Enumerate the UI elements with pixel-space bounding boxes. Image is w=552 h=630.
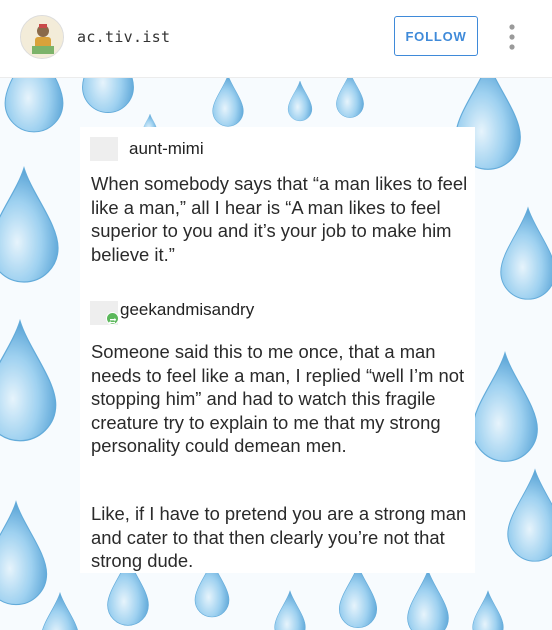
user-row-aunt-mimi: aunt-mimi [90, 137, 204, 161]
user-avatar [90, 137, 118, 161]
follow-button[interactable]: FOLLOW [394, 16, 478, 56]
post-text-followup: Like, if I have to pretend you are a str… [91, 503, 467, 571]
tumblr-post-card: aunt-mimi When somebody says that “a man… [80, 127, 475, 573]
post-image: aunt-mimi When somebody says that “a man… [0, 78, 552, 630]
post-text-geekandmisandry: Someone said this to me once, that a man… [91, 341, 465, 456]
avatar-icon[interactable] [20, 15, 64, 59]
username-geekandmisandry: geekandmisandry [120, 300, 255, 319]
more-vertical-icon[interactable] [506, 20, 518, 54]
post-text-aunt-mimi: When somebody says that “a man likes to … [91, 173, 468, 265]
reblog-icon [106, 312, 119, 325]
username-aunt-mimi: aunt-mimi [129, 139, 204, 158]
user-avatar [90, 301, 119, 325]
user-row-geekandmisandry: geekandmisandry [90, 300, 255, 325]
post-header: ac.tiv.ist FOLLOW [0, 0, 552, 78]
account-handle[interactable]: ac.tiv.ist [77, 28, 170, 46]
